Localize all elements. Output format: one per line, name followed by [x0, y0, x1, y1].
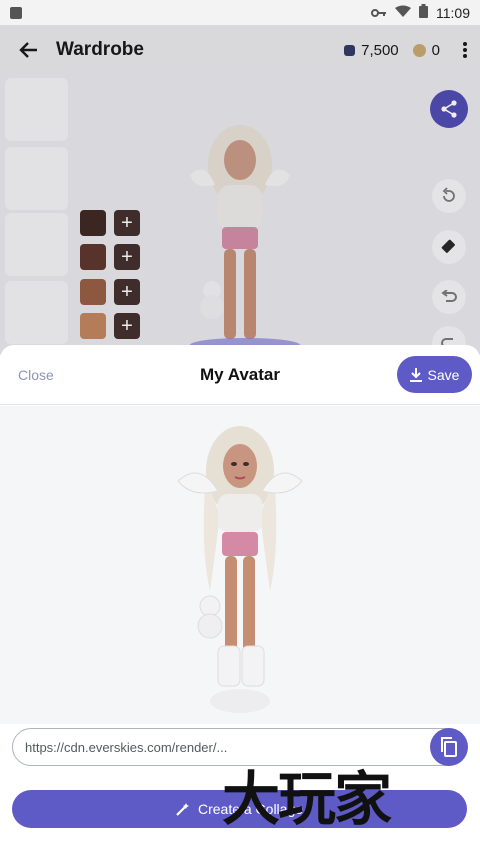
wifi-icon — [395, 5, 411, 21]
save-button[interactable]: Save — [397, 356, 472, 393]
sheet-header: Close My Avatar Save — [0, 345, 480, 405]
avatar-preview — [0, 406, 480, 724]
copy-icon — [441, 737, 457, 757]
battery-icon — [419, 4, 428, 21]
avatar-render-image — [177, 426, 303, 713]
dim-overlay[interactable] — [0, 25, 480, 355]
magic-wand-icon — [176, 803, 189, 816]
screen: 11:09 Wardrobe 7,500 0 + + + + Close My … — [0, 0, 480, 853]
status-bar: 11:09 — [0, 0, 480, 25]
url-field[interactable]: https://cdn.everskies.com/render/... — [12, 728, 468, 766]
clock-time: 11:09 — [436, 4, 470, 21]
copy-button[interactable] — [430, 728, 468, 766]
save-label: Save — [427, 366, 460, 383]
key-icon — [371, 5, 387, 21]
download-icon — [409, 367, 422, 382]
watermark-logo: 大玩家 — [222, 765, 392, 833]
notification-icon — [10, 6, 22, 19]
url-text: https://cdn.everskies.com/render/... — [25, 739, 228, 755]
